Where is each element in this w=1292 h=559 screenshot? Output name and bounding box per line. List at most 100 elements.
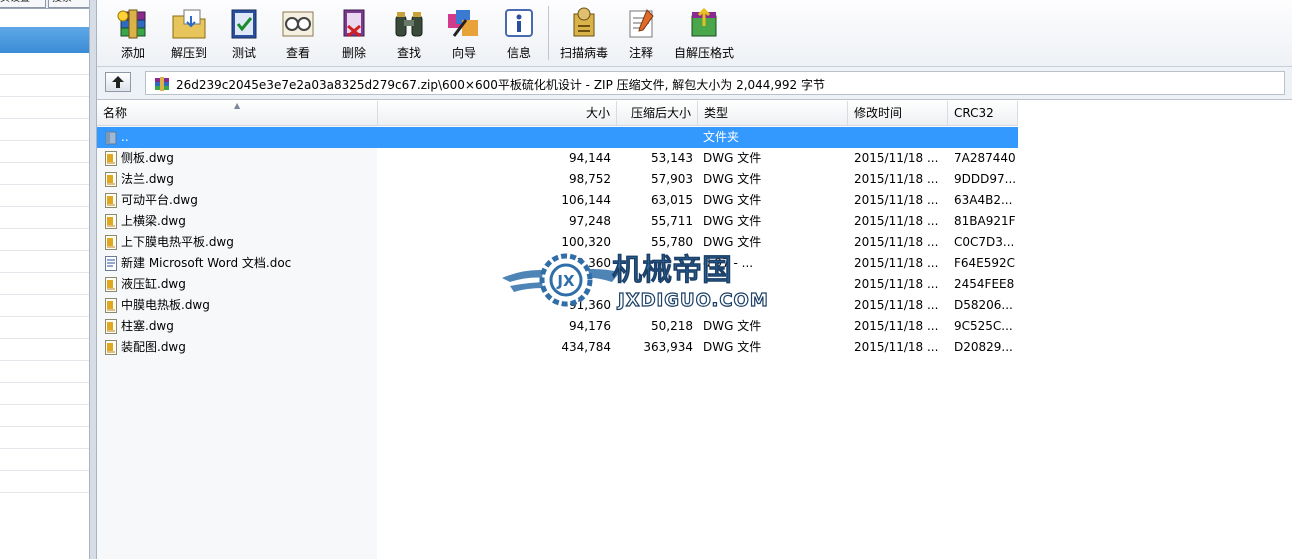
background-tab-1[interactable]: 页设置 <box>0 0 46 8</box>
background-row <box>0 163 89 185</box>
file-modified: 2015/11/18 ... <box>854 193 939 207</box>
wizard-icon <box>448 10 478 37</box>
wizard-button-label: 向导 <box>451 46 476 60</box>
watermark-title: 机械帝国 <box>612 253 732 288</box>
find-icon <box>395 12 423 37</box>
dwg-file-icon <box>105 319 117 334</box>
info-icon <box>505 9 533 37</box>
file-row[interactable]: 法兰.dwg 98,752 57,903 DWG 文件 2015/11/18 ... 9D… <box>97 169 1018 190</box>
column-modified[interactable]: 修改时间 <box>848 101 948 125</box>
extract-to-button-label: 解压到 <box>170 46 207 60</box>
background-row <box>0 405 89 427</box>
sfx-icon <box>691 7 717 37</box>
dwg-file-icon <box>105 277 117 292</box>
window-frame <box>89 0 97 559</box>
delete-button-label: 删除 <box>341 46 366 60</box>
background-row <box>0 361 89 383</box>
archiver-window: 添加 解压到 测试 查看 删除 查找 向导 信息 扫描病毒 注释 自解压格式 2… <box>97 0 1292 559</box>
wizard-button[interactable]: 向导 <box>439 4 489 64</box>
view-icon <box>282 11 314 37</box>
path-field[interactable]: 26d239c2045e3e7e2a03a8325d279c67.zip\600… <box>145 71 1285 95</box>
file-size: 94,176 <box>569 319 611 333</box>
zip-archive-icon <box>155 77 169 91</box>
virus-scan-button[interactable]: 扫描病毒 <box>555 4 613 64</box>
file-name: 装配图.dwg <box>121 340 186 354</box>
file-modified: 2015/11/18 ... <box>854 298 939 312</box>
file-row[interactable]: 侧板.dwg 94,144 53,143 DWG 文件 2015/11/18 ... 7A… <box>97 148 1018 169</box>
add-button[interactable]: 添加 <box>107 4 159 64</box>
info-button[interactable]: 信息 <box>495 4 543 64</box>
add-button-label: 添加 <box>120 46 145 60</box>
find-button[interactable]: 查找 <box>384 4 434 64</box>
file-row[interactable]: 装配图.dwg 434,784 363,934 DWG 文件 2015/11/18 ..… <box>97 337 1018 358</box>
file-row[interactable]: 柱塞.dwg 94,176 50,218 DWG 文件 2015/11/18 ... 9C… <box>97 316 1018 337</box>
column-crc32[interactable]: CRC32 <box>948 101 1018 125</box>
extract-to-button[interactable]: 解压到 <box>163 4 215 64</box>
file-type: DWG 文件 <box>703 193 762 207</box>
background-row <box>0 75 89 97</box>
file-modified: 2015/11/18 ... <box>854 340 939 354</box>
view-button[interactable]: 查看 <box>273 4 323 64</box>
dwg-file-icon <box>105 340 117 355</box>
file-name: 上横梁.dwg <box>121 214 186 228</box>
find-button-label: 查找 <box>396 46 421 60</box>
column-header: 名称 ▲ 大小 压缩后大小 类型 修改时间 CRC32 <box>97 101 1018 126</box>
file-type: DWG 文件 <box>703 151 762 165</box>
background-row <box>0 229 89 251</box>
test-button-label: 测试 <box>231 46 256 60</box>
file-packed: 63,015 <box>651 193 693 207</box>
file-name: 液压缸.dwg <box>121 277 186 291</box>
file-type: DWG 文件 <box>703 319 762 333</box>
file-modified: 2015/11/18 ... <box>854 214 939 228</box>
column-type[interactable]: 类型 <box>698 101 848 125</box>
file-modified: 2015/11/18 ... <box>854 151 939 165</box>
column-size[interactable]: 大小 <box>378 101 617 125</box>
watermark: JX 机械帝国 JXDIGUO.COM <box>502 253 768 312</box>
file-row[interactable]: 可动平台.dwg 106,144 63,015 DWG 文件 2015/11/18 ..… <box>97 190 1018 211</box>
delete-button[interactable]: 删除 <box>329 4 379 64</box>
background-tab-2[interactable]: 搜索 <box>48 0 89 8</box>
file-crc: 63A4B2... <box>954 193 1013 207</box>
file-packed: 363,934 <box>643 340 693 354</box>
background-row <box>0 53 89 75</box>
file-crc: D58206... <box>954 298 1013 312</box>
file-modified <box>854 127 946 148</box>
file-size: 97,248 <box>569 214 611 228</box>
test-icon <box>231 9 257 39</box>
file-name: 侧板.dwg <box>121 151 174 165</box>
up-folder-button[interactable] <box>105 72 131 92</box>
background-row <box>0 185 89 207</box>
background-row <box>0 97 89 119</box>
sfx-button[interactable]: 自解压格式 <box>671 4 737 64</box>
background-row <box>0 449 89 471</box>
column-packed-size[interactable]: 压缩后大小 <box>617 101 698 125</box>
file-row[interactable]: 上横梁.dwg 97,248 55,711 DWG 文件 2015/11/18 ... 8… <box>97 211 1018 232</box>
up-arrow-icon <box>112 76 124 88</box>
delete-icon <box>343 9 365 38</box>
file-type: DWG 文件 <box>703 172 762 186</box>
file-crc: 2454FEE8 <box>954 277 1015 291</box>
dwg-file-icon <box>105 235 117 250</box>
file-crc: 7A287440 <box>954 151 1016 165</box>
file-crc: D20829... <box>954 340 1013 354</box>
background-row <box>0 383 89 405</box>
file-name: 新建 Microsoft Word 文档.doc <box>121 256 292 270</box>
background-selected-bar <box>0 27 89 53</box>
file-size <box>378 127 611 148</box>
file-crc <box>954 127 1016 148</box>
file-name: 柱塞.dwg <box>121 319 174 333</box>
file-name: 中膜电热板.dwg <box>121 298 210 312</box>
file-packed <box>617 127 693 148</box>
file-name: 上下膜电热平板.dwg <box>121 235 234 249</box>
comment-button[interactable]: 注释 <box>617 4 665 64</box>
test-button[interactable]: 测试 <box>219 4 269 64</box>
background-tab-strip: 页设置 搜索 <box>0 0 89 9</box>
background-row <box>0 295 89 317</box>
file-size: 106,144 <box>561 193 611 207</box>
toolbar: 添加 解压到 测试 查看 删除 查找 向导 信息 扫描病毒 注释 自解压格式 <box>97 0 1292 67</box>
background-row <box>0 427 89 449</box>
doc-file-icon <box>105 256 117 271</box>
dwg-file-icon <box>105 172 117 187</box>
file-row[interactable]: .. 文件夹 <box>97 127 1018 148</box>
path-text: 26d239c2045e3e7e2a03a8325d279c67.zip\600… <box>176 78 825 92</box>
